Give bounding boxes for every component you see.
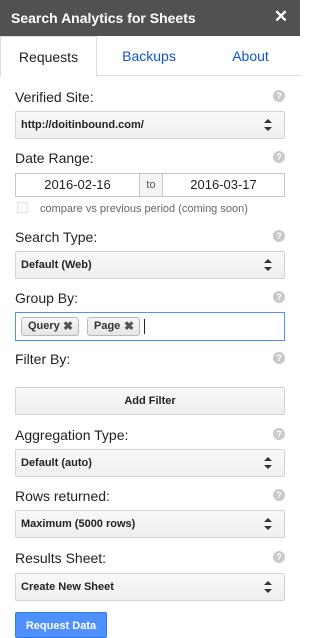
end-date-input[interactable]: 2016-03-17 (162, 173, 285, 197)
add-filter-button[interactable]: Add Filter (15, 387, 285, 415)
chip-label: Page (94, 320, 121, 332)
rows-returned-label: Rows returned: (15, 488, 110, 504)
help-icon[interactable]: ? (273, 428, 285, 440)
close-icon[interactable]: ✕ (272, 8, 290, 26)
compare-label: compare vs previous period (coming soon) (40, 203, 248, 215)
date-range-label: Date Range: (15, 150, 94, 166)
help-icon[interactable]: ? (273, 489, 285, 501)
select-arrows-icon (264, 581, 272, 593)
group-by-input[interactable]: Query ✖ Page ✖ (15, 312, 285, 341)
remove-chip-icon[interactable]: ✖ (63, 318, 73, 335)
aggregation-type-value: Default (auto) (21, 457, 92, 469)
group-by-label: Group By: (15, 290, 79, 306)
search-type-select[interactable]: Default (Web) (15, 251, 285, 279)
request-data-button[interactable]: Request Data (15, 612, 107, 638)
help-icon[interactable]: ? (273, 151, 285, 163)
verified-site-select[interactable]: http://doitinbound.com/ (15, 111, 285, 139)
results-sheet-select[interactable]: Create New Sheet (15, 573, 285, 601)
tab-about[interactable]: About (201, 36, 300, 76)
select-arrows-icon (264, 119, 272, 131)
help-icon[interactable]: ? (273, 230, 285, 242)
help-icon[interactable]: ? (273, 352, 285, 364)
rows-returned-select[interactable]: Maximum (5000 rows) (15, 510, 285, 538)
select-arrows-icon (264, 457, 272, 469)
sidebar-titlebar: Search Analytics for Sheets ✕ (0, 0, 300, 36)
compare-checkbox[interactable] (17, 202, 28, 213)
rows-returned-value: Maximum (5000 rows) (21, 518, 136, 530)
help-icon[interactable]: ? (273, 551, 285, 563)
chip-label: Query (28, 320, 60, 332)
search-type-label: Search Type: (15, 229, 98, 245)
filter-by-label: Filter By: (15, 351, 71, 367)
text-caret (144, 319, 145, 334)
search-type-value: Default (Web) (21, 259, 92, 271)
tab-backups[interactable]: Backups (97, 36, 201, 76)
date-range-separator: to (140, 173, 162, 197)
start-date-input[interactable]: 2016-02-16 (15, 173, 140, 197)
verified-site-value: http://doitinbound.com/ (21, 119, 144, 131)
verified-site-label: Verified Site: (15, 89, 94, 105)
help-icon[interactable]: ? (273, 291, 285, 303)
aggregation-type-label: Aggregation Type: (15, 427, 129, 443)
group-by-chip-page: Page ✖ (87, 317, 140, 336)
help-icon[interactable]: ? (273, 90, 285, 102)
select-arrows-icon (264, 518, 272, 530)
remove-chip-icon[interactable]: ✖ (124, 318, 134, 335)
results-sheet-label: Results Sheet: (15, 550, 107, 566)
aggregation-type-select[interactable]: Default (auto) (15, 449, 285, 477)
tab-bar: Requests Backups About (0, 36, 300, 77)
select-arrows-icon (264, 259, 272, 271)
group-by-chip-query: Query ✖ (21, 317, 79, 336)
tab-requests[interactable]: Requests (0, 36, 97, 77)
sidebar-title: Search Analytics for Sheets (11, 10, 196, 26)
results-sheet-value: Create New Sheet (21, 581, 114, 593)
